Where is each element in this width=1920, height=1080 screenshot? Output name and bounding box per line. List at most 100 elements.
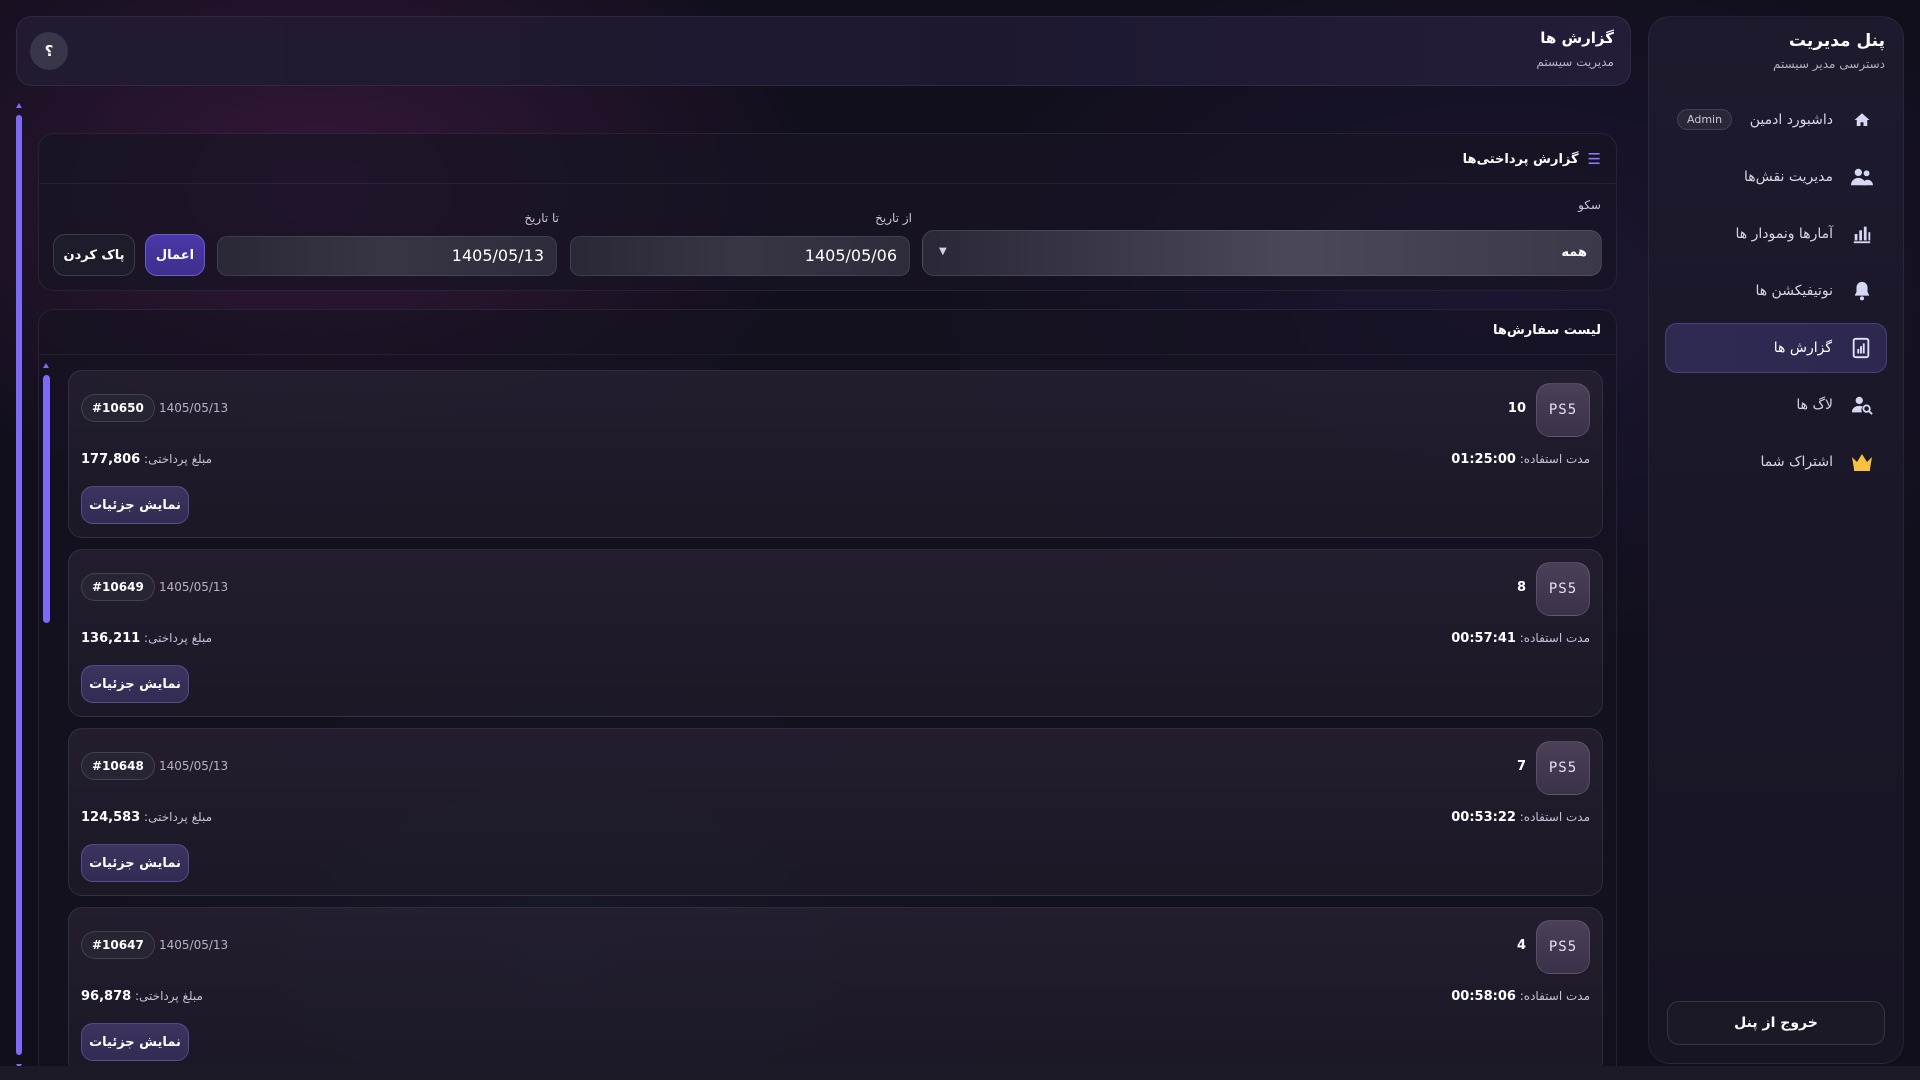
- payment-label: مبلغ پرداختی:: [135, 989, 203, 1003]
- orders-list: PS5 10 1405/05/13 #10650 مدت استفاده: 01…: [68, 370, 1603, 1079]
- from-date-label: از تاریخ: [875, 211, 912, 225]
- filter-panel-title: ☰ گزارش پرداختی‌ها: [1463, 150, 1601, 168]
- scroll-up-arrow[interactable]: [16, 103, 22, 108]
- ps5-icon: PS5: [1536, 741, 1590, 795]
- filter-title-text: گزارش پرداختی‌ها: [1462, 151, 1579, 167]
- order-id-badge: #10647: [81, 931, 155, 959]
- payment-amount: مبلغ پرداختی: 177,806: [81, 452, 212, 467]
- payments-filter-panel: ☰ گزارش پرداختی‌ها سکو همه ▼ از تاریخ 14…: [38, 133, 1617, 291]
- order-card: PS5 8 1405/05/13 #10649 مدت استفاده: 00:…: [68, 549, 1603, 717]
- payment-label: مبلغ پرداختی:: [144, 631, 212, 645]
- crown-icon: [1849, 449, 1875, 475]
- bell-icon: [1849, 278, 1875, 304]
- bottom-edge: [0, 1066, 1920, 1080]
- sidebar-item-stats[interactable]: آمارها ونمودار ها: [1665, 209, 1887, 259]
- sidebar-item-label: لاگ ها: [1796, 397, 1833, 413]
- sidebar-item-label: مدیریت نقش‌ها: [1743, 169, 1833, 185]
- to-date-input[interactable]: 1405/05/13: [217, 236, 557, 276]
- order-id-badge: #10648: [81, 752, 155, 780]
- payment-value: 96,878: [81, 989, 132, 1004]
- ps5-icon: PS5: [1536, 562, 1590, 616]
- orders-list-header: لیست سفارش‌ها: [39, 310, 1616, 355]
- sidebar-item-logs[interactable]: لاگ ها: [1665, 380, 1887, 430]
- sidebar-item-label: داشبورد ادمین: [1749, 112, 1833, 128]
- list-icon: ☰: [1587, 150, 1601, 168]
- page-title: گزارش ها: [1540, 29, 1614, 47]
- page-header: گزارش ها مدیریت سیستم ؟: [16, 16, 1631, 86]
- sidebar-item-roles[interactable]: مدیریت نقش‌ها: [1665, 152, 1887, 202]
- sidebar-item-reports[interactable]: گزارش ها: [1665, 323, 1887, 373]
- station-select[interactable]: همه ▼: [922, 230, 1602, 276]
- order-date: 1405/05/13: [159, 401, 229, 415]
- users-icon: [1849, 164, 1875, 190]
- show-details-button[interactable]: نمایش جزئیات: [81, 665, 189, 703]
- payment-value: 124,583: [81, 810, 141, 825]
- show-details-button[interactable]: نمایش جزئیات: [81, 844, 189, 882]
- usage-duration: مدت استفاده: 00:57:41: [1451, 631, 1590, 646]
- sidebar-item-label: اشتراک شما: [1760, 454, 1833, 470]
- order-date: 1405/05/13: [159, 580, 229, 594]
- apply-button[interactable]: اعمال: [145, 234, 205, 276]
- payment-value: 136,211: [81, 631, 141, 646]
- duration-value: 01:25:00: [1451, 452, 1516, 467]
- page-subtitle: مدیریت سیستم: [1536, 55, 1614, 69]
- sidebar-subtitle: دسترسی مدیر سیستم: [1772, 57, 1885, 71]
- sidebar-item-subscription[interactable]: اشتراک شما: [1665, 437, 1887, 487]
- station-number: 10: [1507, 401, 1526, 416]
- payment-amount: مبلغ پرداختی: 124,583: [81, 810, 212, 825]
- sidebar: پنل مدیریت دسترسی مدیر سیستم داشبورد ادم…: [1648, 16, 1904, 1064]
- duration-value: 00:53:22: [1451, 810, 1516, 825]
- sidebar-header: پنل مدیریت دسترسی مدیر سیستم: [1649, 17, 1903, 71]
- sidebar-title: پنل مدیریت: [1788, 31, 1885, 51]
- usage-duration: مدت استفاده: 01:25:00: [1451, 452, 1590, 467]
- scroll-up-arrow[interactable]: [43, 363, 49, 368]
- station-select-value: همه: [1561, 245, 1587, 260]
- show-details-button[interactable]: نمایش جزئیات: [81, 1023, 189, 1061]
- scrollbar-thumb[interactable]: [43, 375, 50, 623]
- duration-label: مدت استفاده:: [1519, 452, 1590, 466]
- logout-button[interactable]: خروج از پنل: [1667, 1001, 1885, 1045]
- usage-duration: مدت استفاده: 00:58:06: [1451, 989, 1590, 1004]
- from-date-input[interactable]: 1405/05/06: [570, 236, 910, 276]
- duration-label: مدت استفاده:: [1519, 631, 1590, 645]
- duration-value: 00:57:41: [1451, 631, 1516, 646]
- sidebar-item-notifications[interactable]: نوتیفیکشن ها: [1665, 266, 1887, 316]
- order-card: PS5 10 1405/05/13 #10650 مدت استفاده: 01…: [68, 370, 1603, 538]
- to-date-label: تا تاریخ: [524, 211, 559, 225]
- ps5-icon: PS5: [1536, 383, 1590, 437]
- duration-label: مدت استفاده:: [1519, 810, 1590, 824]
- chart-icon: [1849, 221, 1875, 247]
- sidebar-nav: داشبورد ادمین Admin مدیریت نقش‌ها آمارها…: [1649, 95, 1903, 487]
- report-icon: [1848, 335, 1874, 361]
- order-date: 1405/05/13: [159, 759, 229, 773]
- clear-button[interactable]: پاک کردن: [53, 234, 135, 276]
- filter-panel-header: ☰ گزارش پرداختی‌ها: [39, 134, 1616, 184]
- sidebar-item-label: آمارها ونمودار ها: [1735, 226, 1833, 242]
- admin-badge: Admin: [1677, 109, 1733, 130]
- sidebar-item-dashboard[interactable]: داشبورد ادمین Admin: [1665, 95, 1887, 145]
- user-search-icon: [1849, 392, 1875, 418]
- page-scrollbar[interactable]: [16, 103, 22, 1069]
- orders-scrollbar[interactable]: [43, 363, 50, 623]
- payment-amount: مبلغ پرداختی: 96,878: [81, 989, 203, 1004]
- payment-label: مبلغ پرداختی:: [144, 810, 212, 824]
- station-number: 8: [1516, 580, 1526, 595]
- payment-value: 177,806: [81, 452, 141, 467]
- orders-list-title: لیست سفارش‌ها: [1492, 323, 1601, 338]
- order-card: PS5 7 1405/05/13 #10648 مدت استفاده: 00:…: [68, 728, 1603, 896]
- chevron-down-icon: ▼: [939, 246, 947, 257]
- orders-list-panel: لیست سفارش‌ها PS5 10 1405/05/13 #10650 م…: [38, 309, 1617, 1079]
- station-number: 4: [1516, 938, 1526, 953]
- payment-label: مبلغ پرداختی:: [144, 452, 212, 466]
- help-button[interactable]: ؟: [30, 32, 68, 70]
- payment-amount: مبلغ پرداختی: 136,211: [81, 631, 212, 646]
- order-id-badge: #10649: [81, 573, 155, 601]
- order-date: 1405/05/13: [159, 938, 229, 952]
- sidebar-item-label: نوتیفیکشن ها: [1755, 283, 1833, 299]
- order-id-badge: #10650: [81, 394, 155, 422]
- show-details-button[interactable]: نمایش جزئیات: [81, 486, 189, 524]
- order-card: PS5 4 1405/05/13 #10647 مدت استفاده: 00:…: [68, 907, 1603, 1075]
- duration-label: مدت استفاده:: [1519, 989, 1590, 1003]
- usage-duration: مدت استفاده: 00:53:22: [1451, 810, 1590, 825]
- scrollbar-thumb[interactable]: [16, 115, 22, 1055]
